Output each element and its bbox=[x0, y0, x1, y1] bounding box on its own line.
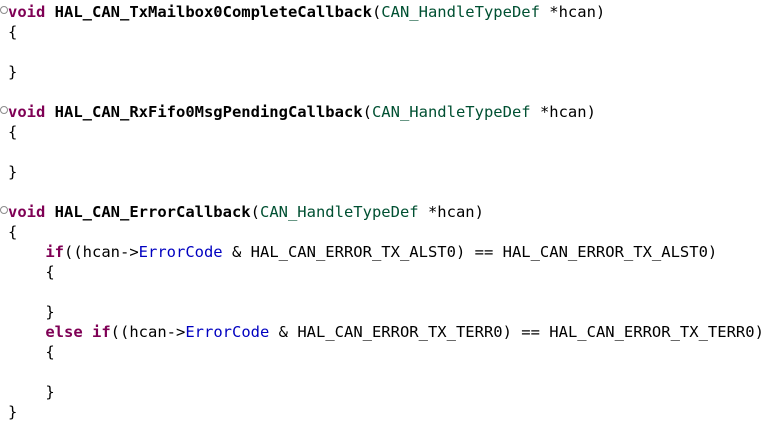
code-content: { bbox=[8, 342, 55, 362]
code-content: { bbox=[8, 22, 17, 42]
fold-collapse-icon[interactable] bbox=[0, 206, 8, 214]
code-text: *hcan) bbox=[418, 203, 484, 221]
keyword-token: else bbox=[45, 323, 83, 341]
code-text: { bbox=[8, 223, 18, 241]
code-text: ((hcan-> bbox=[110, 323, 186, 341]
code-text: } bbox=[8, 163, 18, 181]
code-content: if((hcan->ErrorCode & HAL_CAN_ERROR_TX_A… bbox=[8, 242, 717, 262]
code-text: ( bbox=[362, 103, 372, 121]
type-token: CAN_HandleTypeDef bbox=[259, 203, 419, 221]
keyword-token: void bbox=[8, 3, 46, 21]
field-token: ErrorCode bbox=[138, 243, 223, 261]
code-text: { bbox=[8, 343, 55, 361]
code-editor[interactable]: void HAL_CAN_TxMailbox0CompleteCallback(… bbox=[0, 0, 761, 431]
code-content: void HAL_CAN_TxMailbox0CompleteCallback(… bbox=[8, 2, 605, 22]
keyword-token: if bbox=[45, 243, 64, 261]
code-text: ((hcan-> bbox=[64, 243, 139, 261]
code-content: } bbox=[8, 162, 17, 182]
field-token: ErrorCode bbox=[185, 323, 270, 341]
code-text: ( bbox=[250, 203, 260, 221]
code-text: ( bbox=[371, 3, 382, 21]
code-content: void HAL_CAN_ErrorCallback(CAN_HandleTyp… bbox=[8, 202, 484, 222]
fold-collapse-icon[interactable] bbox=[0, 106, 8, 114]
function-name-token: HAL_CAN_RxFifo0MsgPendingCallback bbox=[54, 103, 363, 121]
code-content: { bbox=[8, 222, 17, 242]
code-content: } bbox=[8, 402, 17, 422]
code-text: *hcan) bbox=[539, 3, 606, 21]
code-content: { bbox=[8, 122, 17, 142]
code-text: } bbox=[8, 63, 18, 81]
code-text: *hcan) bbox=[530, 103, 596, 121]
type-token: CAN_HandleTypeDef bbox=[371, 103, 531, 121]
code-text: } bbox=[8, 383, 55, 401]
keyword-token: void bbox=[8, 203, 46, 221]
function-name-token: HAL_CAN_TxMailbox0CompleteCallback bbox=[54, 3, 372, 21]
keyword-token: if bbox=[92, 323, 111, 341]
code-text: { bbox=[8, 263, 55, 281]
code-content: { bbox=[8, 262, 55, 282]
code-content: } bbox=[8, 302, 55, 322]
type-token: CAN_HandleTypeDef bbox=[381, 3, 540, 21]
code-text: } bbox=[8, 403, 18, 421]
code-text: & HAL_CAN_ERROR_TX_ALST0) == HAL_CAN_ERR… bbox=[222, 243, 718, 261]
code-content: } bbox=[8, 62, 17, 82]
code-text: { bbox=[8, 23, 18, 41]
code-content: } bbox=[8, 382, 55, 402]
function-name-token: HAL_CAN_ErrorCallback bbox=[54, 203, 251, 221]
code-content: else if((hcan->ErrorCode & HAL_CAN_ERROR… bbox=[8, 322, 761, 342]
code-content: void HAL_CAN_RxFifo0MsgPendingCallback(C… bbox=[8, 102, 596, 122]
code-text: & HAL_CAN_ERROR_TX_TERR0) == HAL_CAN_ERR… bbox=[269, 323, 761, 341]
fold-collapse-icon[interactable] bbox=[0, 6, 8, 14]
keyword-token: void bbox=[8, 103, 46, 121]
code-text: } bbox=[8, 303, 55, 321]
code-text: { bbox=[8, 123, 18, 141]
